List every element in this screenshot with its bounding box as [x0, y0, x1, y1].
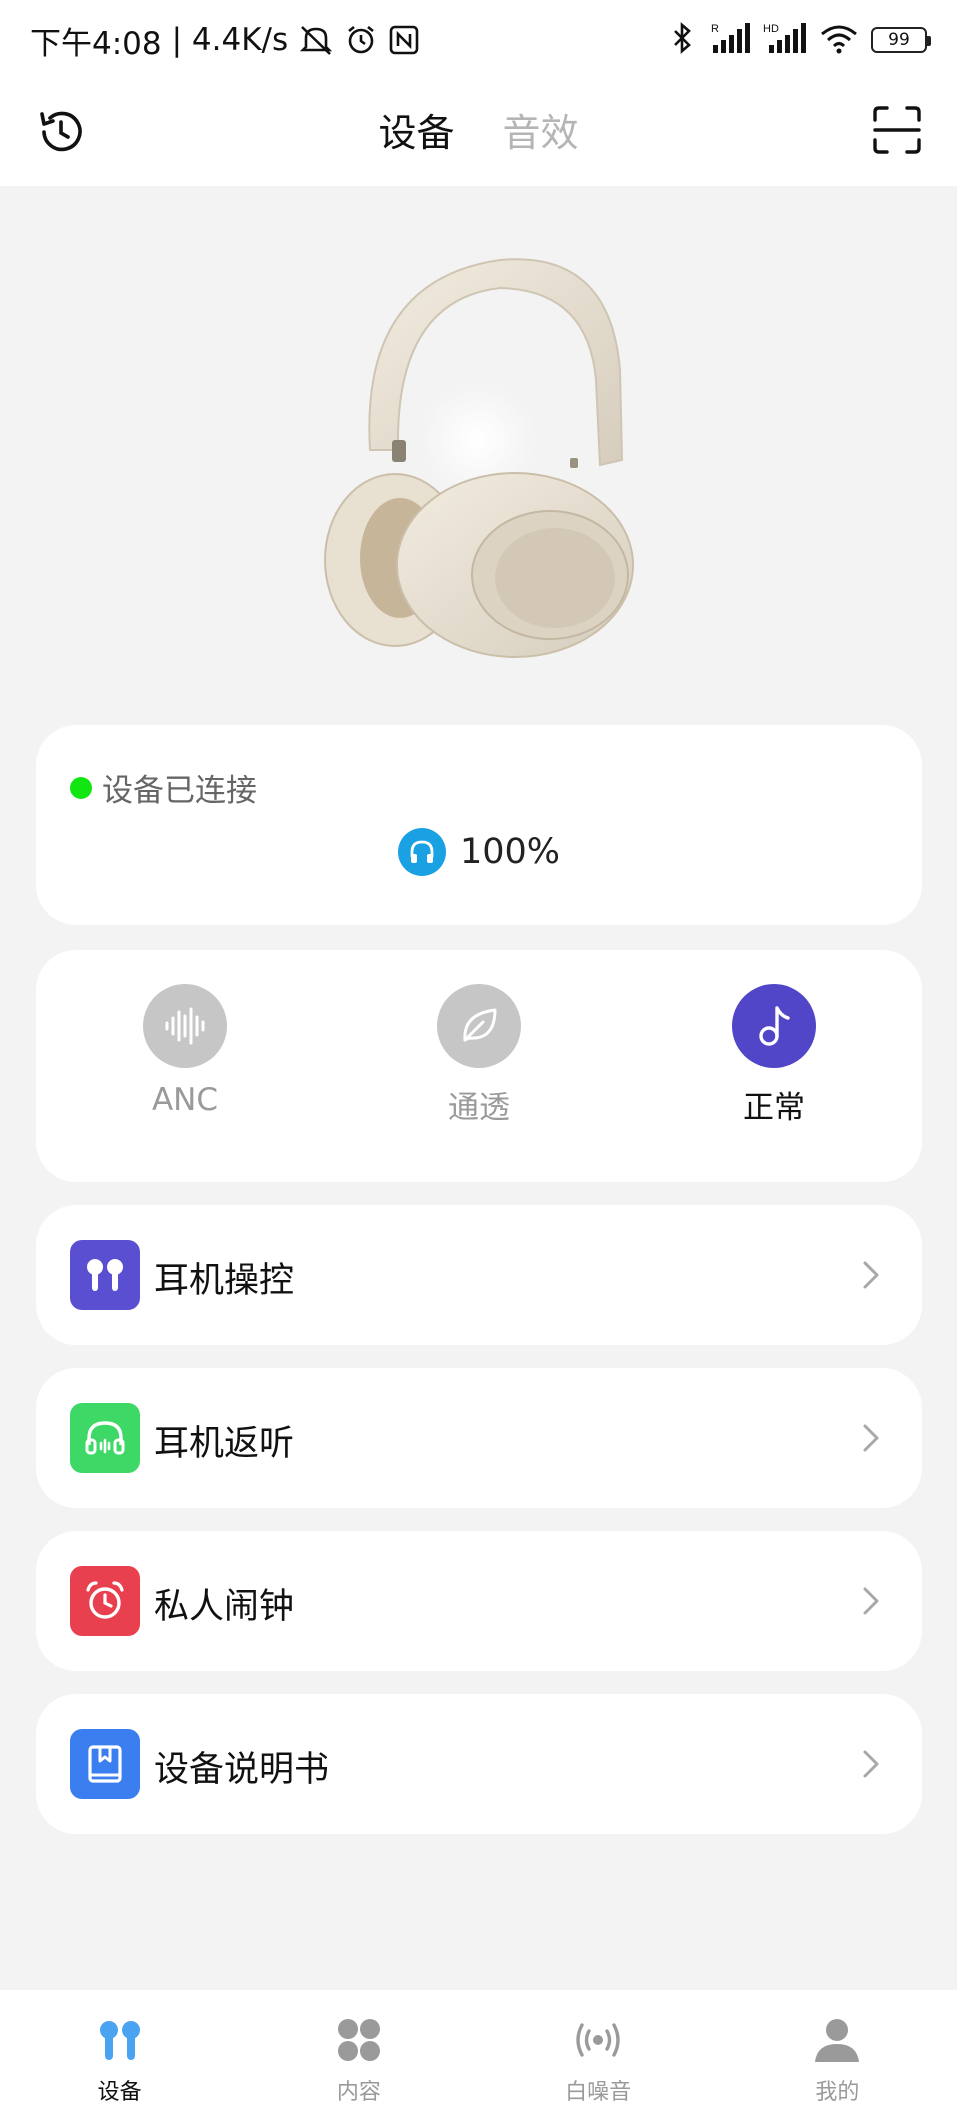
mode-anc[interactable]: ANC [105, 984, 265, 1118]
nav-item-device[interactable]: 设备 [0, 1990, 239, 2128]
nav-label-device: 设备 [97, 2080, 142, 2105]
svg-text:R: R [711, 23, 719, 35]
battery-indicator: 99 [871, 27, 931, 53]
connection-card: 设备已连接 100% [36, 725, 922, 925]
leaf-icon [437, 984, 521, 1068]
tab-sound-effects[interactable]: 音效 [503, 102, 579, 157]
chevron-right-icon [854, 1257, 888, 1293]
signal-r-icon: R [709, 21, 751, 59]
status-bar: 下午4:08 | 4.4K/s R HD 99 [0, 0, 957, 80]
alarm-icon [344, 23, 378, 57]
chevron-right-icon [854, 1420, 888, 1456]
bottom-nav: 设备 内容 白噪音 我的 [0, 1990, 957, 2128]
menu-item-private-alarm[interactable]: 私人闹钟 [36, 1531, 922, 1671]
app-header: 设备 音效 [0, 80, 957, 186]
grid-icon [335, 2016, 383, 2068]
signal-hd-icon: HD [763, 21, 807, 59]
tab-device[interactable]: 设备 [378, 102, 454, 157]
menu-item-ear-return[interactable]: 耳机返听 [36, 1368, 922, 1508]
connection-status-text: 设备已连接 [102, 773, 257, 809]
music-note-icon [732, 984, 816, 1068]
connected-status-dot [70, 776, 92, 799]
earbuds-icon [94, 2016, 146, 2068]
status-time: 下午4:08 [30, 25, 162, 62]
menu-label-private-alarm: 私人闹钟 [154, 1587, 295, 1627]
menu-label-device-manual: 设备说明书 [154, 1750, 330, 1790]
headphones-battery-icon [397, 828, 446, 876]
nav-label-profile: 我的 [815, 2080, 860, 2105]
nav-item-white-noise[interactable]: 白噪音 [479, 1990, 718, 2128]
headphones-icon [70, 1403, 140, 1473]
mode-transparency-label: 通透 [448, 1090, 510, 1126]
chevron-right-icon [854, 1583, 888, 1619]
menu-label-earphone-controls: 耳机操控 [154, 1261, 295, 1301]
scan-icon[interactable] [871, 104, 923, 156]
mode-normal-label: 正常 [743, 1090, 805, 1126]
menu-label-ear-return: 耳机返听 [154, 1424, 295, 1464]
bluetooth-icon [669, 21, 697, 59]
broadcast-icon [572, 2016, 624, 2068]
nav-label-content: 内容 [336, 2080, 381, 2105]
nfc-icon [388, 24, 420, 56]
mute-icon [298, 23, 334, 57]
status-net-speed: | 4.4K/s [171, 22, 289, 58]
headphones-product-image [300, 240, 660, 660]
soundwave-icon [143, 984, 227, 1068]
mode-anc-label: ANC [151, 1082, 219, 1118]
menu-item-earphone-controls[interactable]: 耳机操控 [36, 1205, 922, 1345]
sound-mode-card: ANC 通透 正常 [36, 950, 922, 1182]
mode-normal[interactable]: 正常 [694, 984, 854, 1127]
earbuds-icon [70, 1240, 140, 1310]
menu-item-device-manual[interactable]: 设备说明书 [36, 1694, 922, 1834]
nav-item-profile[interactable]: 我的 [718, 1990, 957, 2128]
book-icon [70, 1729, 140, 1799]
svg-text:HD: HD [763, 23, 779, 35]
chevron-right-icon [854, 1746, 888, 1782]
nav-label-white-noise: 白噪音 [565, 2080, 632, 2105]
alarm-clock-icon [70, 1566, 140, 1636]
user-icon [813, 2016, 861, 2068]
nav-item-content[interactable]: 内容 [239, 1990, 478, 2128]
wifi-icon [819, 22, 859, 58]
battery-percentage: 100% [459, 832, 561, 872]
mode-transparency[interactable]: 通透 [399, 984, 559, 1127]
